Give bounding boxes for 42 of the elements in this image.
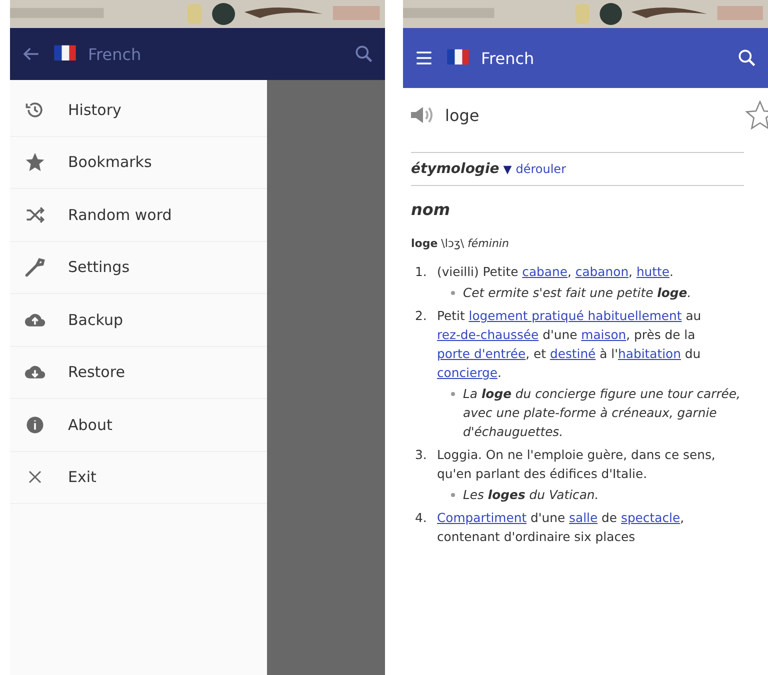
list-number: 3. (415, 446, 428, 464)
word-link[interactable]: habitation (618, 346, 681, 361)
drawer-item[interactable]: About (10, 399, 267, 452)
headword: loge (445, 106, 480, 124)
word-link[interactable]: concierge (437, 365, 498, 380)
word-link[interactable]: spectacle (620, 510, 680, 525)
part-of-speech: nom (411, 200, 452, 219)
list-number: 4. (415, 509, 428, 527)
definition-text: Loggia. On ne l'emploie guère, dans ce sens, qu'en parlant des édifices d'Italie. (437, 446, 716, 483)
star-icon (24, 151, 46, 174)
word-link[interactable]: logement pratiqué habituellement (468, 308, 682, 323)
list-number: 1. (415, 263, 428, 281)
speaker-icon[interactable] (409, 104, 435, 126)
expand-link[interactable]: dérouler (516, 162, 566, 176)
word-link[interactable]: cabanon (575, 264, 629, 279)
bullet (451, 291, 455, 295)
definition-text: (vieilli) Petite cabane, cabanon, hutte. (437, 263, 674, 281)
wrench-icon (24, 256, 46, 278)
bullet (451, 392, 455, 396)
definition-text: Compartiment d'une salle de spectacle, contenant d'ordinaire six places (437, 509, 686, 546)
toggle-arrow[interactable]: ▼ (503, 162, 512, 176)
word-link[interactable]: rez-de-chaussée (437, 327, 539, 342)
app-title: French (88, 44, 142, 64)
word-link[interactable]: cabane (522, 264, 568, 279)
bullet (451, 493, 455, 497)
word-link[interactable]: porte d'entrée (437, 346, 526, 361)
example-text: Les loges du Vatican. (463, 487, 599, 502)
section-heading: étymologie (411, 161, 500, 177)
word-link[interactable]: destiné (550, 346, 596, 361)
definition-text: Petit logement pratiqué habituellement au rez-de-chaussée d'une maison, près de la porte d'entrée, et destiné à l'habitation du concierge. (437, 307, 702, 382)
app-title: French (481, 48, 536, 68)
search-icon[interactable] (736, 47, 758, 69)
list-number: 2. (415, 307, 428, 325)
star-icon[interactable] (744, 99, 768, 131)
word-link[interactable]: hutte (636, 264, 670, 279)
word-link[interactable]: salle (569, 510, 598, 525)
search-icon[interactable] (353, 43, 375, 65)
word-link[interactable]: Compartiment (437, 510, 527, 525)
headword-line: loge \lɔʒ\ féminin (411, 237, 510, 250)
example-text: Cet ermite s'est fait une petite loge. (463, 285, 692, 300)
word-link[interactable]: maison (581, 327, 626, 342)
example-text: La loge du concierge figure une tour carrée, avec une plate-forme à créneaux, garnie d'échauguettes. (463, 386, 740, 439)
